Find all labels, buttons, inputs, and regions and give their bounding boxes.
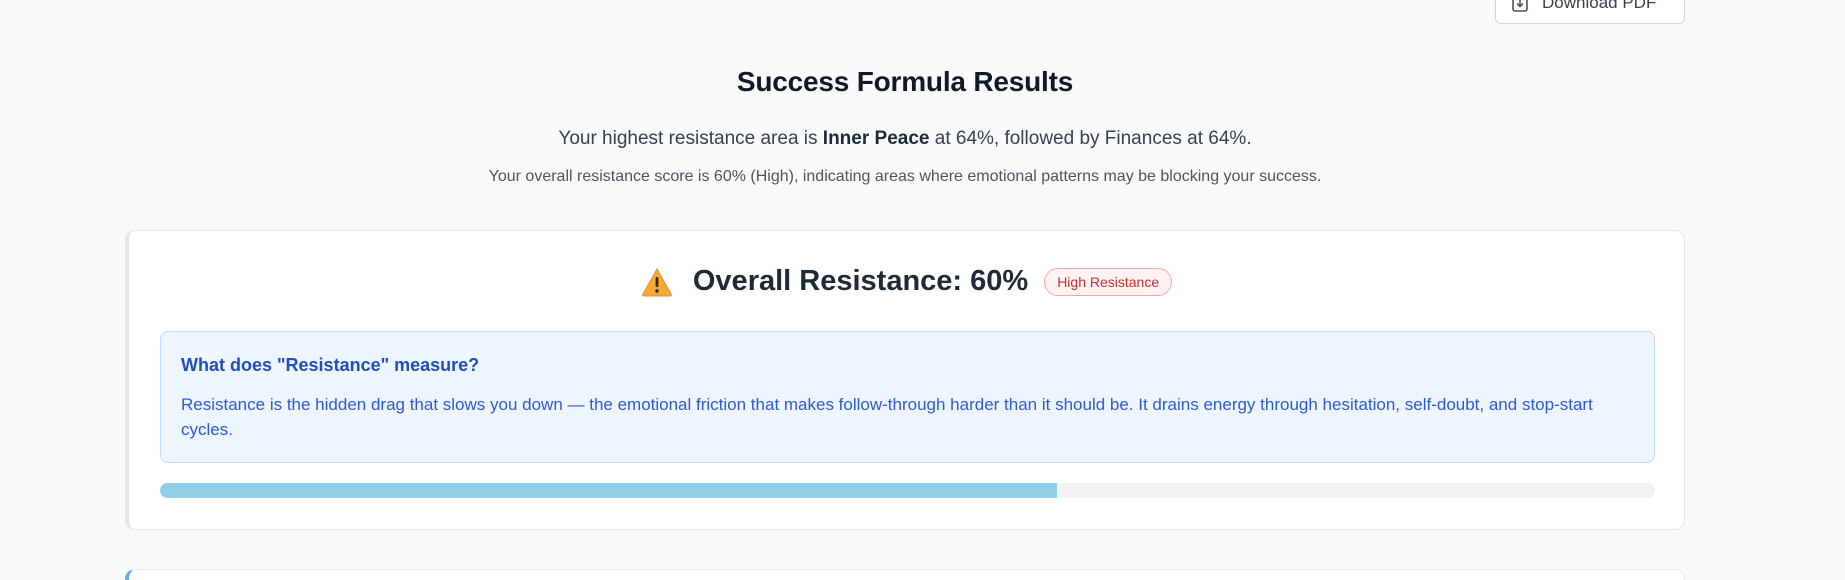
warning-icon	[641, 267, 673, 297]
summary-suffix: at 64%, followed by Finances at 64%.	[929, 128, 1252, 149]
overall-resistance-title: Overall Resistance: 60%	[692, 265, 1029, 297]
status-badge: High Resistance	[1044, 267, 1173, 296]
resistance-progress-fill	[160, 483, 1057, 498]
results-page: Download PDF Success Formula Results You…	[0, 0, 1845, 580]
summary-highlight: Inner Peace	[822, 128, 930, 149]
highest-resistance-summary: Your highest resistance area is Inner Pe…	[0, 128, 1810, 150]
overall-score-text: Your overall resistance score is 60% (Hi…	[488, 168, 1322, 185]
summary-prefix: Your highest resistance area is	[558, 128, 823, 149]
card-header: Overall Resistance: 60% High Resistance	[129, 265, 1684, 298]
explanation-title: What does "Resistance" measure?	[181, 355, 480, 375]
resistance-progress-bar	[160, 483, 1655, 498]
overall-resistance-card: Overall Resistance: 60% High Resistance …	[125, 230, 1685, 530]
page-title: Success Formula Results	[736, 66, 1074, 97]
explanation-text: Resistance is the hidden drag that slows…	[181, 395, 1593, 439]
next-section-card	[125, 569, 1685, 580]
download-icon	[1512, 0, 1528, 12]
download-pdf-label: Download PDF	[1542, 0, 1657, 12]
resistance-explanation-box: What does "Resistance" measure? Resistan…	[160, 331, 1655, 463]
download-pdf-button[interactable]: Download PDF	[1495, 0, 1685, 24]
